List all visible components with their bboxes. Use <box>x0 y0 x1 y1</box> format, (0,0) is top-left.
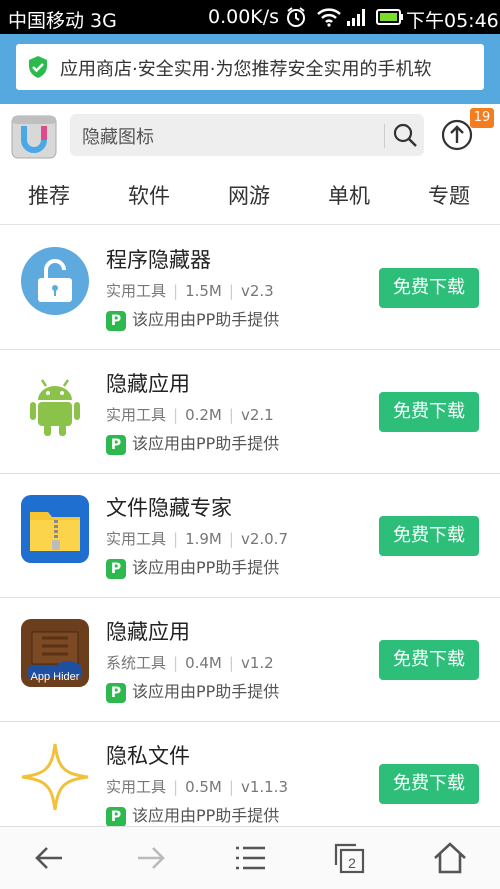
alarm-icon <box>287 7 305 27</box>
provider-text: 该应用由PP助手提供 <box>132 310 280 329</box>
provider-line: 该应用由PP助手提供 <box>106 306 280 331</box>
app-name[interactable]: 隐藏应用 <box>106 368 190 398</box>
app-meta: 实用工具 | 1.5M | v2.3 <box>106 282 274 300</box>
app-category: 系统工具 <box>106 654 167 672</box>
app-meta: 实用工具 | 1.9M | v2.0.7 <box>106 530 288 548</box>
download-button[interactable]: 免费下载 <box>379 268 479 308</box>
app-size: 0.5M <box>185 778 222 796</box>
provider-text: 该应用由PP助手提供 <box>132 682 280 701</box>
download-button[interactable]: 免费下载 <box>379 640 479 680</box>
list-item[interactable]: App Hider 隐藏应用 系统工具|0.4M|v1.2 该应用由PP助手提供… <box>0 598 500 722</box>
upload-update-icon[interactable] <box>440 118 474 152</box>
app-name[interactable]: 文件隐藏专家 <box>106 492 232 522</box>
app-category: 实用工具 <box>106 282 167 300</box>
android-icon <box>30 379 80 436</box>
app-meta: 实用工具 | 0.5M | v1.1.3 <box>106 778 288 796</box>
tab-software[interactable]: 软件 <box>128 180 170 210</box>
app-meta: 实用工具 | 0.2M | v2.1 <box>106 406 274 424</box>
pp-icon <box>106 434 126 455</box>
battery-icon <box>376 9 403 25</box>
back-icon[interactable] <box>32 841 68 875</box>
pp-icon <box>106 806 126 826</box>
list-item[interactable]: 程序隐藏器 实用工具|1.5M|v2.3 该应用由PP助手提供 免费下载 <box>0 226 500 350</box>
download-button[interactable]: 免费下载 <box>379 764 479 804</box>
network-speed: 0.00K/s <box>208 6 280 28</box>
home-icon[interactable] <box>432 841 468 875</box>
app-store-logo[interactable] <box>10 110 58 160</box>
app-version: v2.3 <box>240 282 274 300</box>
search-box[interactable]: 隐藏图标 <box>70 114 424 156</box>
app-size: 1.9M <box>185 530 222 548</box>
app-meta: 系统工具 | 0.4M | v1.2 <box>106 654 274 672</box>
download-button[interactable]: 免费下载 <box>379 392 479 432</box>
forward-icon[interactable] <box>132 841 168 875</box>
carrier-label: 中国移动 3G <box>8 10 117 32</box>
provider-line: 该应用由PP助手提供 <box>106 678 280 703</box>
pp-icon <box>106 558 126 579</box>
app-category: 实用工具 <box>106 530 167 548</box>
browser-toolbar: 2 <box>0 826 500 889</box>
app-name[interactable]: 程序隐藏器 <box>106 244 211 274</box>
app-version: v1.1.3 <box>240 778 288 796</box>
tab-recommend[interactable]: 推荐 <box>28 180 70 210</box>
banner-card[interactable]: 应用商店·安全实用·为您推荐安全实用的手机软 <box>16 44 484 90</box>
provider-text: 该应用由PP助手提供 <box>132 806 280 825</box>
search-header: 隐藏图标 19 <box>0 104 500 166</box>
store-banner: 应用商店·安全实用·为您推荐安全实用的手机软 <box>0 34 500 104</box>
tabs-icon[interactable]: 2 <box>332 841 368 875</box>
provider-line: 该应用由PP助手提供 <box>106 430 280 455</box>
status-bar: 中国移动 3G 0.00K/s 下午05:46 <box>0 0 500 34</box>
tab-online-games[interactable]: 网游 <box>228 180 270 210</box>
search-divider <box>384 124 385 148</box>
app-version: v2.1 <box>240 406 274 424</box>
list-item[interactable]: 文件隐藏专家 实用工具|1.9M|v2.0.7 该应用由PP助手提供 免费下载 <box>0 474 500 598</box>
tab-count: 2 <box>348 855 356 871</box>
app-hider-icon-text: App Hider <box>31 671 80 683</box>
folder-zip-icon <box>21 495 89 563</box>
signal-icon <box>347 9 365 26</box>
provider-line: 该应用由PP助手提供 <box>106 802 280 826</box>
list-item[interactable]: 隐藏应用 实用工具|0.2M|v2.1 该应用由PP助手提供 免费下载 <box>0 350 500 474</box>
list-item[interactable]: 隐私文件 实用工具|0.5M|v1.1.3 该应用由PP助手提供 免费下载 <box>0 722 500 826</box>
tab-single-games[interactable]: 单机 <box>328 180 370 210</box>
app-size: 0.4M <box>185 654 222 672</box>
clock: 下午05:46 <box>406 10 499 32</box>
app-name[interactable]: 隐藏应用 <box>106 616 190 646</box>
app-name[interactable]: 隐私文件 <box>106 740 190 770</box>
provider-text: 该应用由PP助手提供 <box>132 434 280 453</box>
app-version: v1.2 <box>240 654 274 672</box>
app-list: 程序隐藏器 实用工具|1.5M|v2.3 该应用由PP助手提供 免费下载 隐藏应… <box>0 226 500 826</box>
lock-icon <box>21 247 89 315</box>
download-button[interactable]: 免费下载 <box>379 516 479 556</box>
pp-icon <box>106 682 126 703</box>
search-icon[interactable] <box>392 122 418 148</box>
app-size: 1.5M <box>185 282 222 300</box>
update-count-badge: 19 <box>470 108 494 128</box>
pp-icon <box>106 310 126 331</box>
shield-check-icon <box>29 56 47 78</box>
search-input[interactable]: 隐藏图标 <box>82 123 154 149</box>
app-size: 0.2M <box>185 406 222 424</box>
category-tabs: 推荐 软件 网游 单机 专题 <box>0 166 500 225</box>
app-category: 实用工具 <box>106 406 167 424</box>
star-outline-icon <box>21 743 89 811</box>
tab-topics[interactable]: 专题 <box>428 180 470 210</box>
app-category: 实用工具 <box>106 778 167 796</box>
menu-icon[interactable] <box>232 841 268 875</box>
banner-text: 应用商店·安全实用·为您推荐安全实用的手机软 <box>60 59 432 80</box>
wifi-icon <box>317 8 341 27</box>
provider-line: 该应用由PP助手提供 <box>106 554 280 579</box>
provider-text: 该应用由PP助手提供 <box>132 558 280 577</box>
app-version: v2.0.7 <box>240 530 288 548</box>
app-hider-icon: App Hider <box>21 619 89 687</box>
